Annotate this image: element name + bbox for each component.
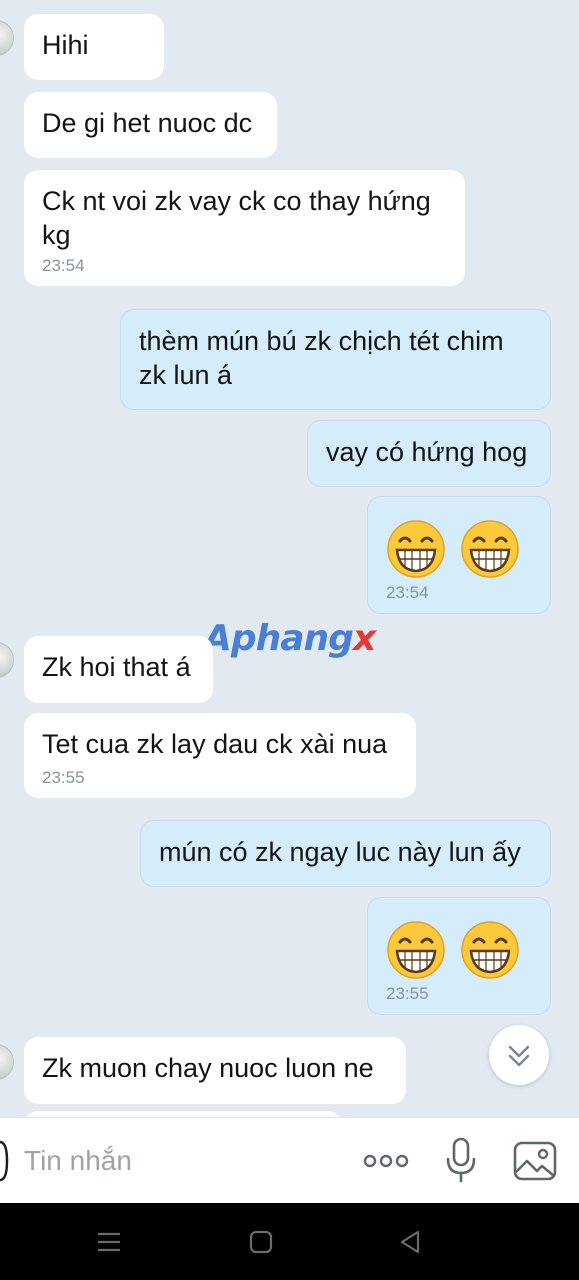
contact-avatar[interactable] — [0, 1044, 14, 1080]
grinning-face-emoji-icon — [387, 921, 445, 979]
outgoing-message[interactable]: vay có hứng hog — [307, 420, 551, 487]
watermark-logo: Aphangx — [204, 618, 376, 659]
message-text-line: Ck nt voi zk vay ck co thay hứng — [42, 186, 431, 216]
contact-avatar[interactable] — [0, 642, 14, 678]
image-icon[interactable] — [512, 1140, 558, 1182]
outgoing-emoji-message[interactable]: 23:54 — [367, 496, 551, 614]
message-text-line: zk lun á — [139, 360, 233, 390]
scroll-to-bottom-button[interactable] — [489, 1025, 549, 1085]
outgoing-message[interactable]: thèm mún bú zk chịch tét chim zk lun á — [120, 309, 551, 410]
message-text-line: thèm mún bú zk chịch tét chim — [139, 326, 504, 356]
incoming-message[interactable]: Hihi — [24, 14, 164, 80]
message-time: 23:55 — [42, 768, 85, 787]
message-time: 23:55 — [386, 984, 429, 1003]
double-chevron-down-icon — [508, 1045, 530, 1067]
incoming-message[interactable]: Tet cua zk lay dau ck xài nua 23:55 — [24, 713, 416, 798]
message-text: mún có zk ngay luc này lun ấy — [159, 837, 521, 867]
message-text: vay có hứng hog — [326, 437, 528, 467]
message-text: Zk hoi that á — [42, 652, 191, 682]
message-text: Hihi — [42, 30, 89, 60]
sticker-icon[interactable] — [0, 1136, 14, 1186]
microphone-icon[interactable] — [444, 1137, 478, 1185]
incoming-message[interactable]: Zk hoi that á — [24, 636, 213, 703]
chat-area[interactable]: Hihi De gi het nuoc dc Ck nt voi zk vay … — [0, 0, 579, 1117]
incoming-message[interactable]: De gi het nuoc dc — [24, 92, 277, 158]
outgoing-message[interactable]: mún có zk ngay luc này lun ấy — [140, 820, 551, 887]
incoming-message[interactable]: Ck nt voi zk vay ck co thay hứng kg 23:5… — [24, 170, 465, 286]
grinning-face-emoji-icon — [387, 520, 445, 578]
grinning-face-emoji-icon — [461, 921, 519, 979]
outgoing-emoji-message[interactable]: 23:55 — [367, 897, 551, 1015]
home-square-icon[interactable] — [249, 1230, 273, 1254]
menu-icon[interactable] — [96, 1230, 122, 1254]
more-dots-icon[interactable] — [361, 1146, 411, 1176]
grinning-face-emoji-icon — [461, 520, 519, 578]
incoming-message[interactable]: Zk muon chay nuoc luon ne — [24, 1037, 406, 1104]
message-text: Zk muon chay nuoc luon ne — [42, 1053, 374, 1083]
message-input[interactable]: Tin nhắn — [24, 1145, 132, 1177]
message-text: De gi het nuoc dc — [42, 108, 253, 138]
message-time: 23:54 — [42, 256, 85, 275]
contact-avatar[interactable] — [0, 20, 14, 56]
message-text-line: kg — [42, 220, 71, 250]
system-navigation-bar — [0, 1203, 579, 1280]
message-input-bar: Tin nhắn — [0, 1117, 579, 1203]
message-time: 23:54 — [386, 583, 429, 602]
back-triangle-icon[interactable] — [398, 1229, 422, 1255]
message-text: Tet cua zk lay dau ck xài nua — [42, 729, 388, 759]
